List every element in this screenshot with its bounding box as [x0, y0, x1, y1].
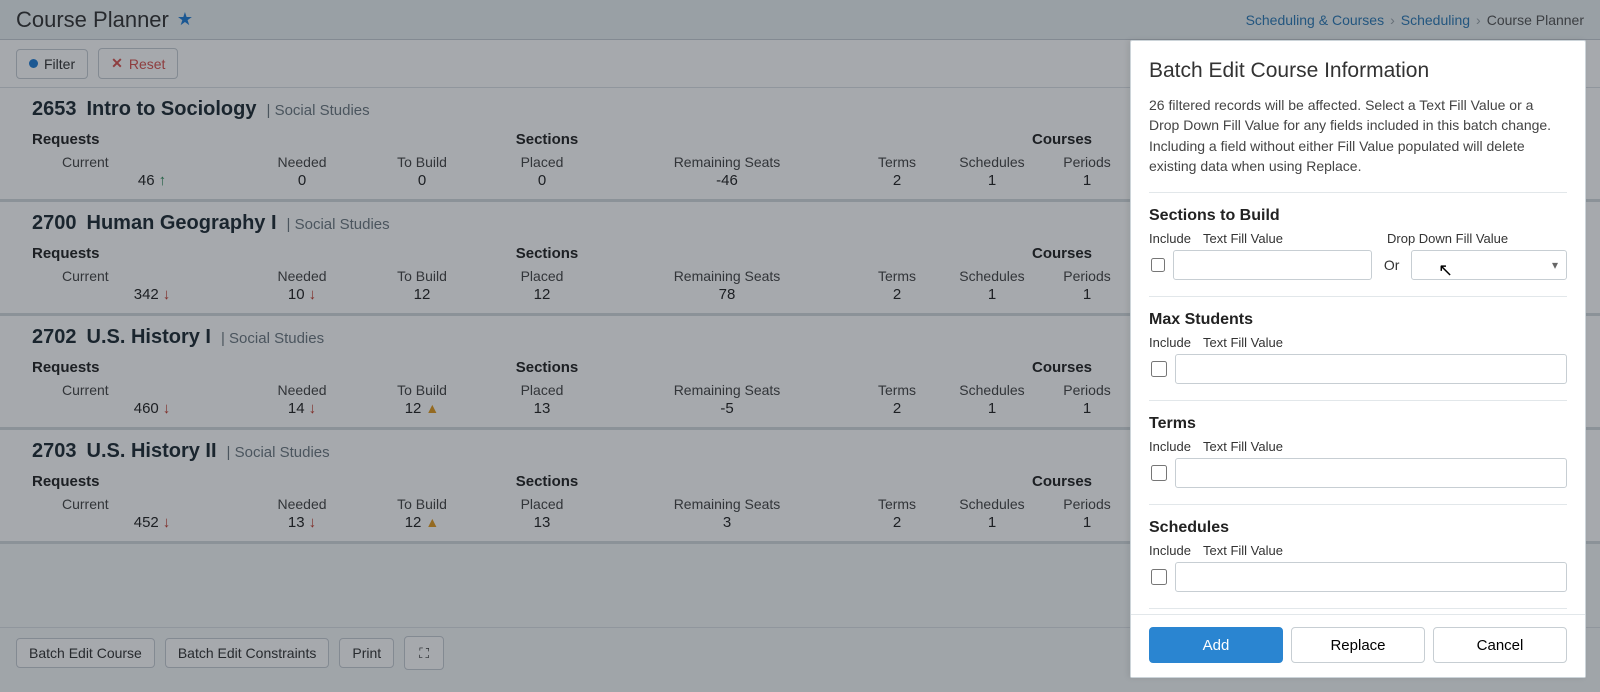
panel-section: Sections to Build Include Text Fill Valu…: [1149, 192, 1567, 296]
text-fill-label: Text Fill Value: [1203, 231, 1379, 246]
text-fill-input[interactable]: [1175, 354, 1567, 384]
cancel-button[interactable]: Cancel: [1433, 627, 1567, 663]
include-checkbox[interactable]: [1151, 257, 1165, 273]
add-button[interactable]: Add: [1149, 627, 1283, 663]
text-fill-label: Text Fill Value: [1203, 543, 1567, 558]
or-label: Or: [1380, 257, 1404, 273]
include-label: Include: [1149, 335, 1195, 350]
panel-description: 26 filtered records will be affected. Se…: [1149, 95, 1567, 176]
include-label: Include: [1149, 439, 1195, 454]
drop-down-fill-select[interactable]: [1411, 250, 1567, 280]
text-fill-label: Text Fill Value: [1203, 439, 1567, 454]
text-fill-input[interactable]: [1173, 250, 1372, 280]
batch-edit-panel: Batch Edit Course Information 26 filtere…: [1130, 40, 1586, 678]
panel-title: Batch Edit Course Information: [1149, 59, 1567, 83]
include-checkbox[interactable]: [1151, 465, 1167, 481]
text-fill-input[interactable]: [1175, 458, 1567, 488]
include-label: Include: [1149, 231, 1195, 246]
text-fill-input[interactable]: [1175, 562, 1567, 592]
section-title: Sections to Build: [1149, 207, 1567, 225]
section-title: Schedules: [1149, 519, 1567, 537]
panel-section: Schedules Include Text Fill Value: [1149, 504, 1567, 608]
panel-section: Max Students Include Text Fill Value: [1149, 296, 1567, 400]
drop-fill-label: Drop Down Fill Value: [1387, 231, 1567, 246]
section-title: Max Students: [1149, 311, 1567, 329]
replace-button[interactable]: Replace: [1291, 627, 1425, 663]
section-title: Terms: [1149, 415, 1567, 433]
text-fill-label: Text Fill Value: [1203, 335, 1567, 350]
include-checkbox[interactable]: [1151, 569, 1167, 585]
include-checkbox[interactable]: [1151, 361, 1167, 377]
include-label: Include: [1149, 543, 1195, 558]
panel-section: Terms Include Text Fill Value: [1149, 400, 1567, 504]
